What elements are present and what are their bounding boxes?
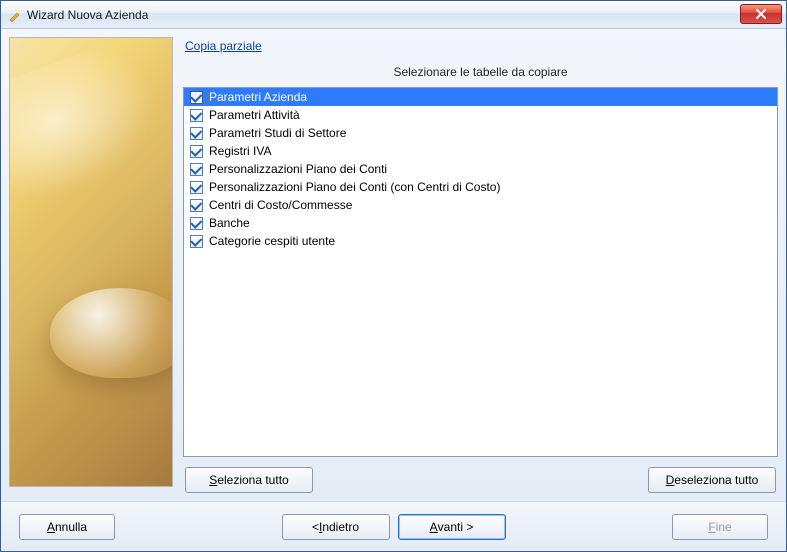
partial-copy-link[interactable]: Copia parziale [183,37,262,59]
checkbox[interactable] [190,145,203,158]
checkbox[interactable] [190,217,203,230]
btn-text-u: D [666,473,675,487]
wizard-body: Copia parziale Selezionare le tabelle da… [1,29,786,501]
list-item-label: Banche [209,216,250,230]
checkbox[interactable] [190,109,203,122]
window-title: Wizard Nuova Azienda [27,8,148,22]
wizard-window: Wizard Nuova Azienda Copia parziale Sele… [0,0,787,552]
list-item[interactable]: Categorie cespiti utente [184,232,777,250]
list-item[interactable]: Parametri Azienda [184,88,777,106]
cancel-button[interactable]: Annulla [19,514,115,540]
titlebar: Wizard Nuova Azienda [1,1,786,29]
list-item-label: Personalizzazioni Piano dei Conti [209,162,387,176]
list-item-label: Personalizzazioni Piano dei Conti (con C… [209,180,500,194]
checkbox[interactable] [190,199,203,212]
list-item[interactable]: Centri di Costo/Commesse [184,196,777,214]
instruction-text: Selezionare le tabelle da copiare [183,59,778,87]
btn-text-post: ndietro [322,520,359,534]
btn-text-post: eleziona tutto [217,473,288,487]
btn-text-u: A [430,520,438,534]
deselect-all-button[interactable]: Deseleziona tutto [648,467,776,493]
checkbox[interactable] [190,163,203,176]
list-item[interactable]: Parametri Studi di Settore [184,124,777,142]
list-item[interactable]: Personalizzazioni Piano dei Conti (con C… [184,178,777,196]
checkbox[interactable] [190,235,203,248]
back-button[interactable]: < Indietro [282,514,390,540]
checkbox[interactable] [190,181,203,194]
finish-button[interactable]: Fine [672,514,768,540]
list-item-label: Parametri Attività [209,108,300,122]
next-button[interactable]: Avanti > [398,514,506,540]
list-item-label: Categorie cespiti utente [209,234,335,248]
btn-text-u: S [209,473,217,487]
btn-text-pre: < [312,520,319,534]
list-item-label: Centri di Costo/Commesse [209,198,352,212]
wizard-content: Copia parziale Selezionare le tabelle da… [183,37,778,493]
list-item-label: Parametri Studi di Settore [209,126,346,140]
close-icon [756,9,766,19]
list-item-label: Parametri Azienda [209,90,307,104]
checkbox[interactable] [190,91,203,104]
close-button[interactable] [740,4,782,24]
wizard-side-image [9,37,173,487]
wizard-footer: Annulla < Indietro Avanti > Fine [1,501,786,551]
list-item-label: Registri IVA [209,144,271,158]
checkbox[interactable] [190,127,203,140]
btn-text-post: eseleziona tutto [674,473,758,487]
btn-text-post: nnulla [55,520,87,534]
list-item[interactable]: Parametri Attività [184,106,777,124]
btn-text-u: A [47,520,55,534]
selection-buttons-row: Seleziona tutto Deseleziona tutto [183,457,778,493]
list-item[interactable]: Personalizzazioni Piano dei Conti [184,160,777,178]
btn-text-post: vanti > [438,520,474,534]
tables-listbox[interactable]: Parametri Azienda Parametri Attività Param… [183,87,778,457]
btn-text-post: ine [716,520,732,534]
list-item[interactable]: Banche [184,214,777,232]
btn-text-u: F [708,520,715,534]
list-item[interactable]: Registri IVA [184,142,777,160]
wizard-icon [7,7,23,23]
nav-button-group: < Indietro Avanti > [282,514,506,540]
select-all-button[interactable]: Seleziona tutto [185,467,313,493]
